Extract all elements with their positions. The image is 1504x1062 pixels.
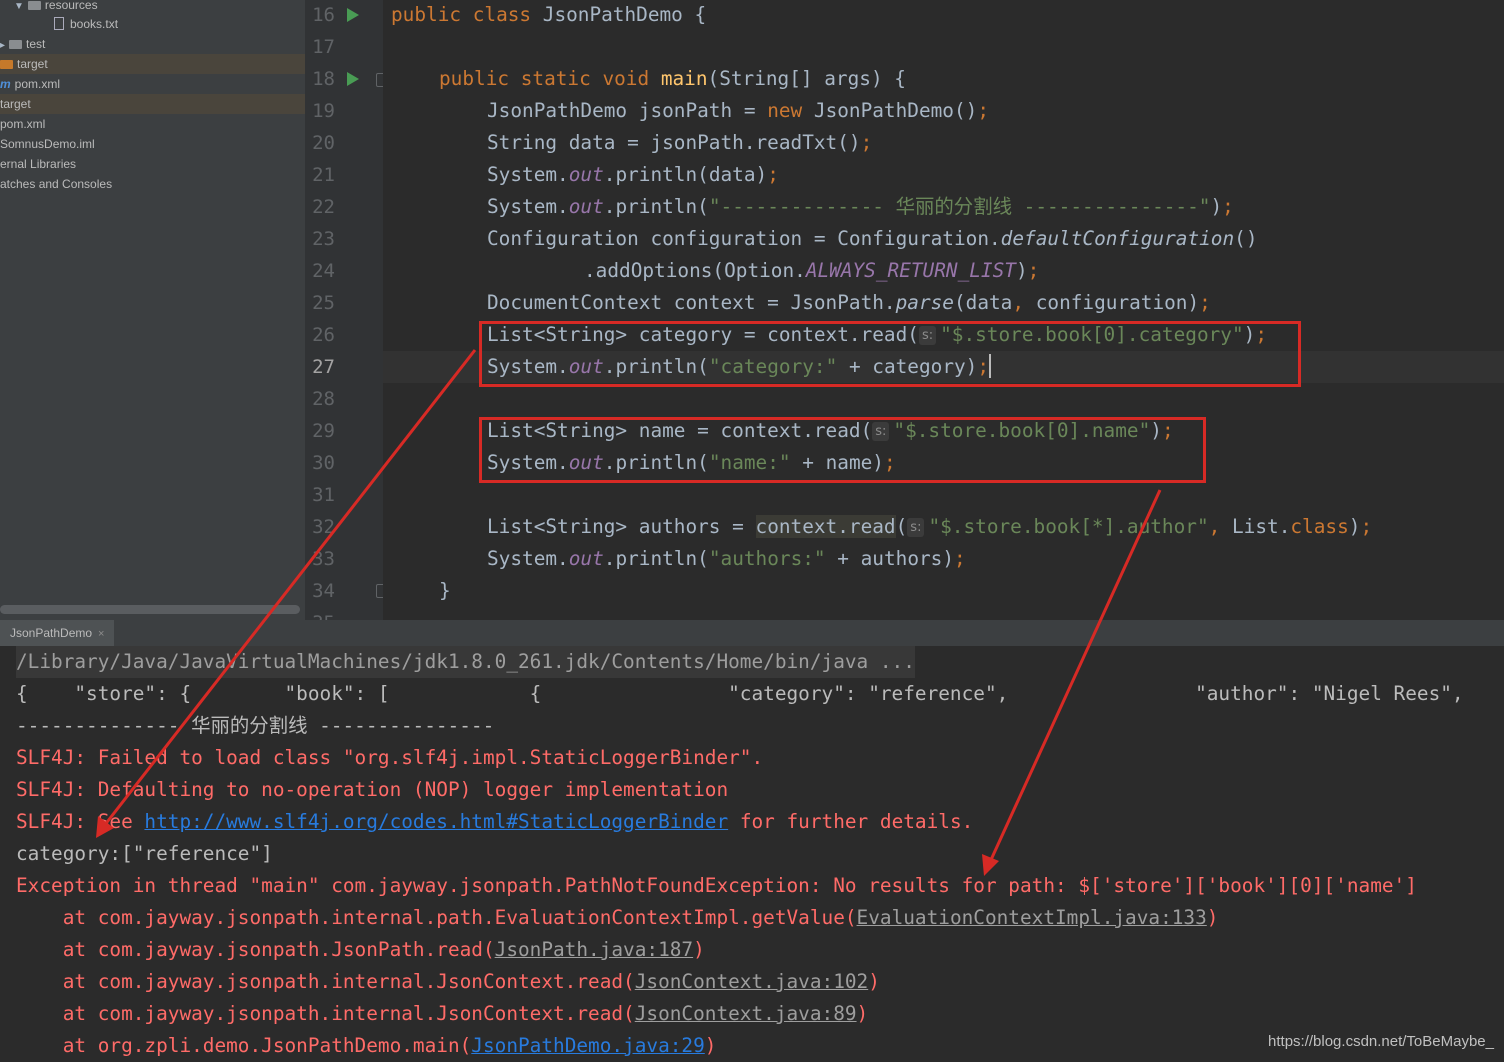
annotation-arrow-name: [988, 489, 1162, 863]
annotation-arrow-category: [102, 349, 477, 827]
annotation-arrows: [96, 349, 1162, 876]
arrowhead-icon: [96, 816, 114, 838]
